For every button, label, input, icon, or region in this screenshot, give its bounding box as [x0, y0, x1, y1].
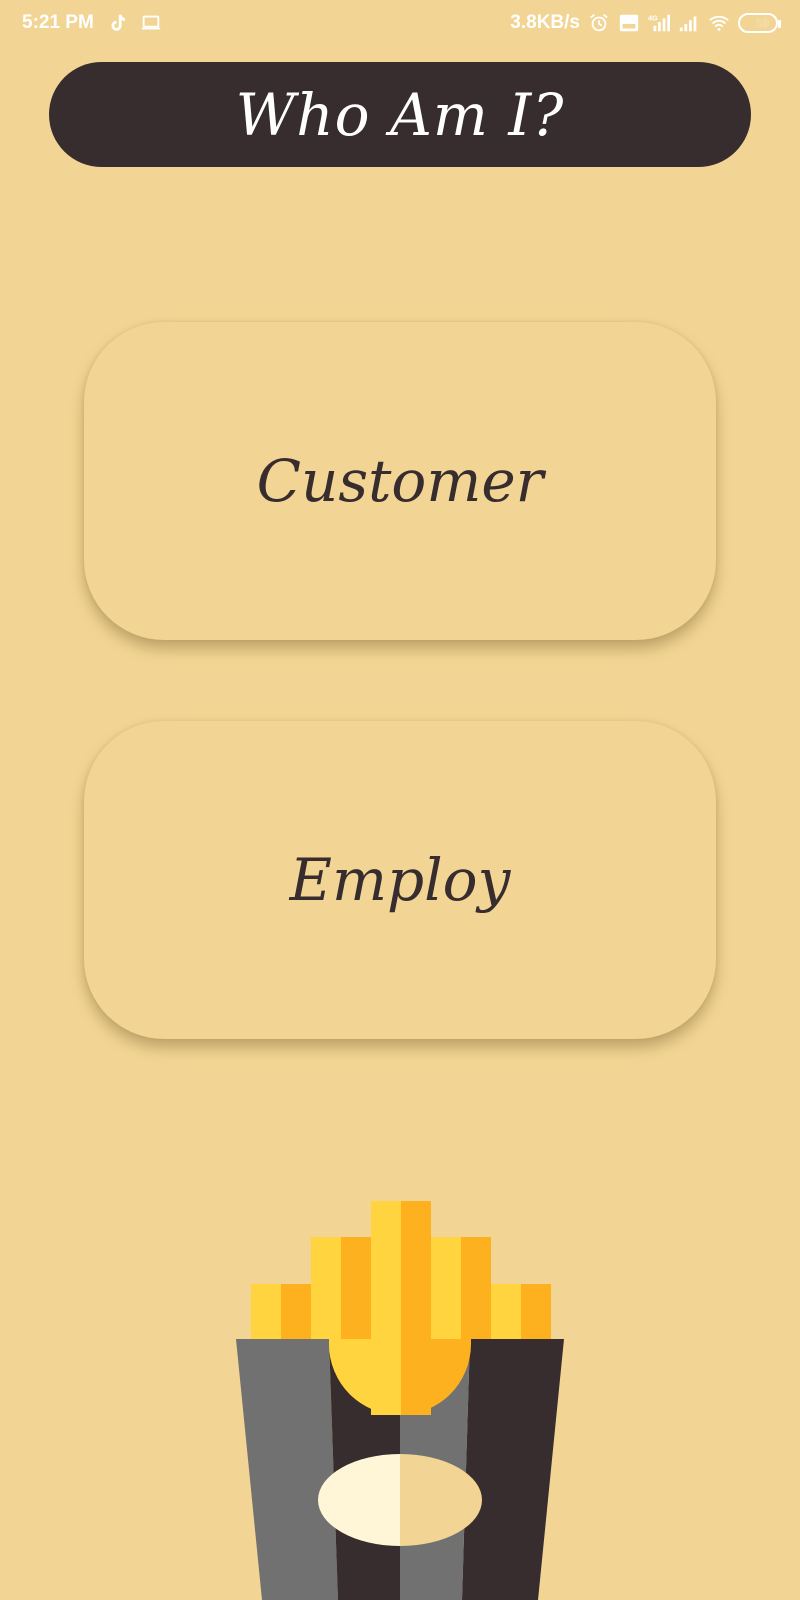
status-bar-right: 3.8KB/s 4G 19 — [510, 12, 781, 34]
fries-box-left — [236, 1339, 338, 1600]
alarm-icon — [588, 12, 610, 34]
svg-text:4G: 4G — [648, 13, 658, 22]
wifi-icon — [708, 12, 730, 34]
page-title: Who Am I? — [235, 80, 565, 149]
fry-cutout-stripe — [371, 1339, 401, 1415]
signal-icon — [678, 12, 700, 34]
battery-level: 19 — [755, 16, 769, 30]
fries-box-right — [462, 1339, 564, 1600]
fry-cutout-stripe — [401, 1339, 431, 1415]
customer-button[interactable]: Customer — [84, 322, 716, 640]
volte-icon — [618, 12, 640, 34]
employ-button[interactable]: Employ — [84, 721, 716, 1039]
status-bar: 5:21 PM 3.8KB/s 4G 19 — [0, 0, 800, 50]
signal-4g-icon: 4G — [648, 12, 670, 34]
fries-graphic — [236, 1201, 564, 1600]
status-time: 5:21 PM — [22, 12, 94, 33]
network-speed: 3.8KB/s — [510, 12, 580, 33]
employ-button-label: Employ — [289, 846, 511, 914]
status-bar-left: 5:21 PM — [22, 12, 162, 34]
tiktok-icon — [106, 12, 128, 34]
customer-button-label: Customer — [256, 447, 544, 515]
title-banner: Who Am I? — [49, 62, 751, 167]
laptop-icon — [140, 12, 162, 34]
fries-illustration — [0, 1190, 800, 1600]
battery-icon: 19 — [738, 13, 781, 33]
